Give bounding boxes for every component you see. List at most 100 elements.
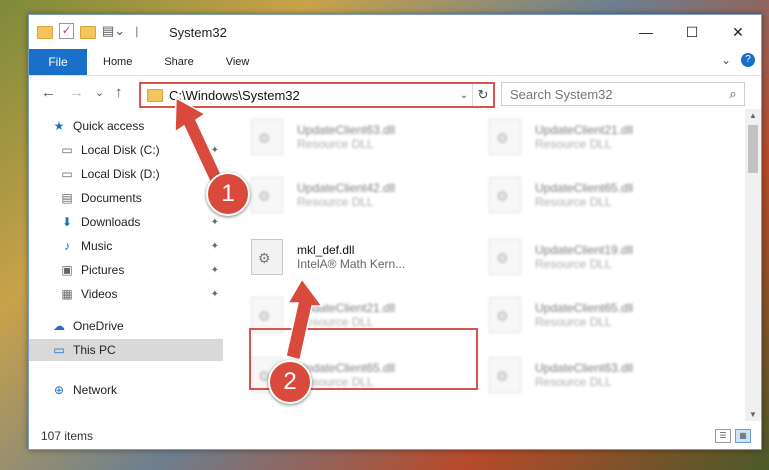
search-box[interactable]: ⌕ — [501, 82, 745, 106]
gear-icon: ⚙ — [496, 368, 509, 384]
file-name: UpdateClient63.dll — [535, 361, 634, 375]
sidebar-item-pictures[interactable]: ▣ Pictures ✦ — [29, 259, 223, 281]
file-description: Resource DLL — [535, 195, 612, 209]
sidebar-item-label: OneDrive — [73, 319, 124, 333]
navigation-bar: ← → ⌄ ↑ C:\Windows\System32 ⌄ ↻ ⌕ — [29, 76, 761, 110]
address-bar[interactable]: C:\Windows\System32 ⌄ ↻ — [139, 82, 495, 108]
videos-icon: ▦ — [61, 287, 73, 301]
dll-file-icon: ⚙ — [489, 357, 521, 393]
pin-icon[interactable]: ✦ — [211, 289, 219, 300]
ribbon-tabs: File Home Share View ⌄ ? — [29, 49, 761, 76]
file-description: Resource DLL — [535, 375, 612, 389]
file-description: Resource DLL — [297, 137, 374, 151]
file-name: UpdateClient63.dll — [297, 123, 396, 137]
view-buttons: ☰ ▦ — [715, 429, 751, 443]
step-badge-2: 2 — [268, 360, 312, 404]
pin-icon[interactable]: ✦ — [211, 265, 219, 276]
file-item[interactable]: ⚙ UpdateClient63.dll Resource DLL — [489, 353, 709, 397]
customize-icon[interactable]: ▤⌄ — [102, 23, 125, 39]
expand-ribbon-icon[interactable]: ⌄ — [721, 53, 731, 67]
window-title: System32 — [169, 25, 227, 40]
step-badge-1: 1 — [206, 172, 250, 216]
navigation-pane: ★ Quick access ▭ Local Disk (C:) ✦ ▭ Local Dis… — [29, 109, 223, 421]
properties-check-icon[interactable]: ✓ — [59, 23, 74, 39]
sidebar-item-label: Network — [73, 383, 118, 397]
file-item-mkl-def[interactable]: ⚙ mkl_def.dll IntelA® Math Kern... — [251, 235, 471, 279]
tab-view[interactable]: View — [210, 49, 266, 75]
file-description: Resource DLL — [535, 257, 612, 271]
back-button[interactable]: ← — [41, 84, 56, 101]
new-folder-icon[interactable] — [80, 26, 96, 39]
music-icon: ♪ — [64, 239, 70, 253]
search-input[interactable] — [502, 85, 722, 103]
sidebar-item-music[interactable]: ♪ Music ✦ — [29, 235, 223, 257]
star-icon: ★ — [53, 119, 65, 133]
minimize-button[interactable]: — — [623, 15, 669, 49]
network-icon: ⊕ — [53, 383, 65, 397]
tab-share[interactable]: Share — [148, 49, 209, 75]
file-item[interactable]: ⚙ UpdateClient65.dll Resource DLL — [489, 293, 709, 337]
scroll-up-icon[interactable]: ▲ — [745, 111, 761, 120]
sidebar-item-label: Local Disk (D:) — [81, 167, 160, 181]
file-item[interactable]: ⚙ UpdateClient42.dll Resource DLL — [251, 173, 471, 217]
dll-file-icon: ⚙ — [251, 119, 283, 155]
up-button[interactable]: ↑ — [115, 84, 123, 101]
folder-icon[interactable] — [37, 26, 53, 39]
gear-icon: ⚙ — [258, 308, 271, 324]
vertical-scrollbar[interactable]: ▲ ▼ — [745, 109, 761, 421]
sidebar-item-documents[interactable]: ▤Documents✦ — [29, 187, 223, 209]
address-text[interactable]: C:\Windows\System32 — [169, 88, 455, 103]
sidebar-item-this-pc[interactable]: ▭ This PC — [29, 339, 223, 361]
file-name: UpdateClient65.dll — [535, 301, 634, 315]
file-item[interactable]: ⚙ UpdateClient21.dll Resource DLL — [489, 115, 709, 159]
download-icon: ⬇ — [61, 215, 73, 229]
file-description: Resource DLL — [297, 315, 374, 329]
drive-icon: ▭ — [61, 143, 73, 157]
pin-icon[interactable]: ✦ — [211, 217, 219, 228]
sidebar-item-local-disk-d[interactable]: ▭ Local Disk (D:) ✦ — [29, 163, 223, 185]
sidebar-item-onedrive[interactable]: ☁ OneDrive — [29, 315, 223, 337]
explorer-window: ✓ ▤⌄ | System32 — ☐ ✕ File Home Share Vi… — [28, 14, 762, 450]
file-name: UpdateClient65.dll — [535, 181, 634, 195]
close-button[interactable]: ✕ — [715, 15, 761, 49]
sidebar-item-downloads[interactable]: ⬇ Downloads ✦ — [29, 211, 223, 233]
recent-locations-button[interactable]: ⌄ — [95, 86, 104, 99]
gear-icon: ⚙ — [496, 308, 509, 324]
sidebar-item-local-disk-c[interactable]: ▭ Local Disk (C:) ✦ — [29, 139, 223, 161]
help-icon[interactable]: ? — [741, 53, 755, 67]
maximize-button[interactable]: ☐ — [669, 15, 715, 49]
tab-file[interactable]: File — [29, 49, 87, 75]
sidebar-item-network[interactable]: ⊕ Network — [29, 379, 223, 401]
file-description: Resource DLL — [535, 137, 612, 151]
gear-icon: ⚙ — [258, 250, 271, 266]
sidebar-item-quick-access[interactable]: ★ Quick access — [29, 115, 223, 137]
sidebar-item-label: Quick access — [73, 119, 145, 133]
pin-icon[interactable]: ✦ — [211, 145, 219, 156]
ribbon-right: ⌄ ? — [721, 53, 755, 67]
sidebar-item-label: This PC — [73, 343, 116, 357]
file-name: UpdateClient21.dll — [297, 301, 396, 315]
file-item[interactable]: ⚙ UpdateClient65.dll Resource DLL — [489, 173, 709, 217]
file-item[interactable]: ⚙ UpdateClient19.dll Resource DLL — [489, 235, 709, 279]
scroll-down-icon[interactable]: ▼ — [745, 410, 761, 419]
gear-icon: ⚙ — [496, 130, 509, 146]
file-item[interactable]: ⚙ UpdateClient63.dll Resource DLL — [251, 115, 471, 159]
file-description: Resource DLL — [535, 315, 612, 329]
sidebar-item-label: Pictures — [81, 263, 125, 277]
quick-access-toolbar: ✓ ▤⌄ | — [37, 23, 142, 39]
status-bar: 107 items ☰ ▦ — [29, 421, 761, 449]
gear-icon: ⚙ — [258, 188, 271, 204]
refresh-button[interactable]: ↻ — [472, 84, 493, 106]
address-dropdown-icon[interactable]: ⌄ — [455, 89, 472, 101]
details-view-icon[interactable]: ☰ — [715, 429, 731, 443]
pin-icon[interactable]: ✦ — [211, 241, 219, 252]
title-bar: ✓ ▤⌄ | System32 — ☐ ✕ — [29, 15, 761, 49]
file-name: UpdateClient42.dll — [297, 181, 396, 195]
large-icons-view-icon[interactable]: ▦ — [735, 429, 751, 443]
gear-icon: ⚙ — [496, 188, 509, 204]
scroll-thumb[interactable] — [748, 125, 758, 173]
tab-home[interactable]: Home — [87, 49, 148, 75]
sidebar-item-videos[interactable]: ▦ Videos ✦ — [29, 283, 223, 305]
search-icon[interactable]: ⌕ — [722, 86, 744, 102]
forward-button[interactable]: → — [69, 84, 84, 101]
